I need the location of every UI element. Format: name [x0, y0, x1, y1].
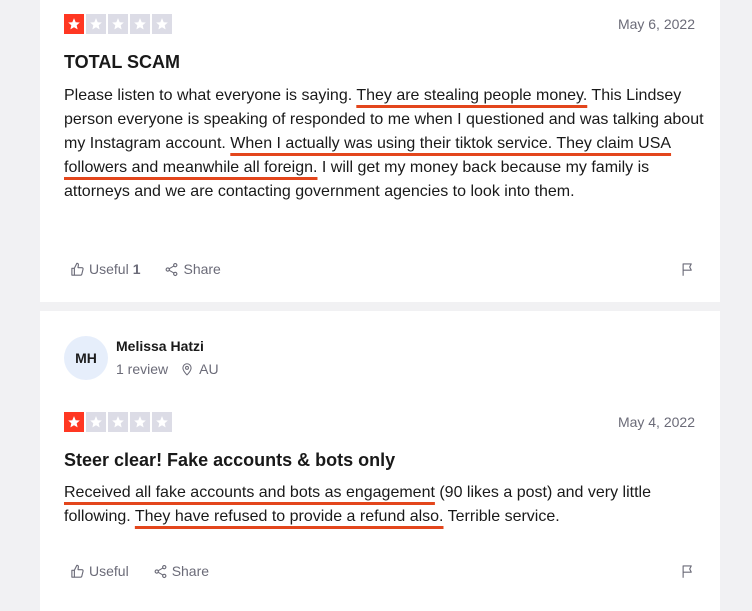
- review-card: MH Melissa Hatzi 1 review AU May 4, 2022…: [40, 311, 720, 611]
- review-text: Please listen to what everyone is saying…: [64, 87, 357, 104]
- review-card: May 6, 2022 TOTAL SCAM Please listen to …: [40, 0, 720, 302]
- share-button[interactable]: Share: [153, 563, 209, 579]
- share-icon: [164, 262, 179, 277]
- thumbs-up-icon: [70, 564, 85, 579]
- review-title[interactable]: Steer clear! Fake accounts & bots only: [64, 450, 395, 471]
- useful-label: Useful: [89, 261, 129, 277]
- thumbs-up-icon: [70, 262, 85, 277]
- star-rating: [64, 412, 172, 432]
- review-date: May 4, 2022: [617, 414, 695, 430]
- share-label: Share: [183, 261, 221, 277]
- country-code: AU: [199, 361, 219, 377]
- star-icon: [130, 412, 150, 432]
- review-date: May 6, 2022: [617, 16, 695, 32]
- useful-button[interactable]: Useful: [70, 563, 129, 579]
- review-body: Please listen to what everyone is saying…: [64, 84, 704, 204]
- review-actions: Useful Share: [70, 563, 695, 579]
- reviewer-location: AU: [180, 361, 219, 377]
- share-label: Share: [171, 563, 210, 579]
- flag-icon: [680, 262, 695, 277]
- highlighted-text: They have refused to provide a refund al…: [134, 508, 444, 525]
- reviewer-name[interactable]: Melissa Hatzi: [116, 338, 204, 354]
- review-count: 1 review: [116, 361, 169, 377]
- useful-button[interactable]: Useful 1: [70, 261, 140, 277]
- star-icon: [86, 14, 106, 34]
- star-icon: [130, 14, 150, 34]
- highlighted-text: Received all fake accounts and bots as e…: [64, 484, 435, 501]
- star-icon: [108, 412, 128, 432]
- share-button[interactable]: Share: [164, 261, 221, 277]
- review-title[interactable]: TOTAL SCAM: [64, 52, 180, 73]
- reviewer-meta: 1 review AU: [116, 361, 219, 377]
- share-icon: [153, 564, 168, 579]
- star-icon: [108, 14, 128, 34]
- review-text: Terrible service.: [443, 508, 560, 525]
- star-icon: [86, 412, 106, 432]
- location-pin-icon: [180, 362, 194, 376]
- report-button[interactable]: [680, 262, 695, 277]
- star-icon: [152, 14, 172, 34]
- review-body: Received all fake accounts and bots as e…: [64, 481, 704, 529]
- useful-label: Useful: [89, 563, 129, 579]
- star-icon: [64, 14, 84, 34]
- star-icon: [152, 412, 172, 432]
- highlighted-text: They are stealing people money.: [356, 87, 588, 104]
- review-actions: Useful 1 Share: [70, 261, 695, 277]
- avatar[interactable]: MH: [64, 336, 108, 380]
- flag-icon: [680, 564, 695, 579]
- star-icon: [64, 412, 84, 432]
- useful-count: 1: [132, 261, 141, 277]
- report-button[interactable]: [680, 564, 695, 579]
- star-rating: [64, 14, 172, 34]
